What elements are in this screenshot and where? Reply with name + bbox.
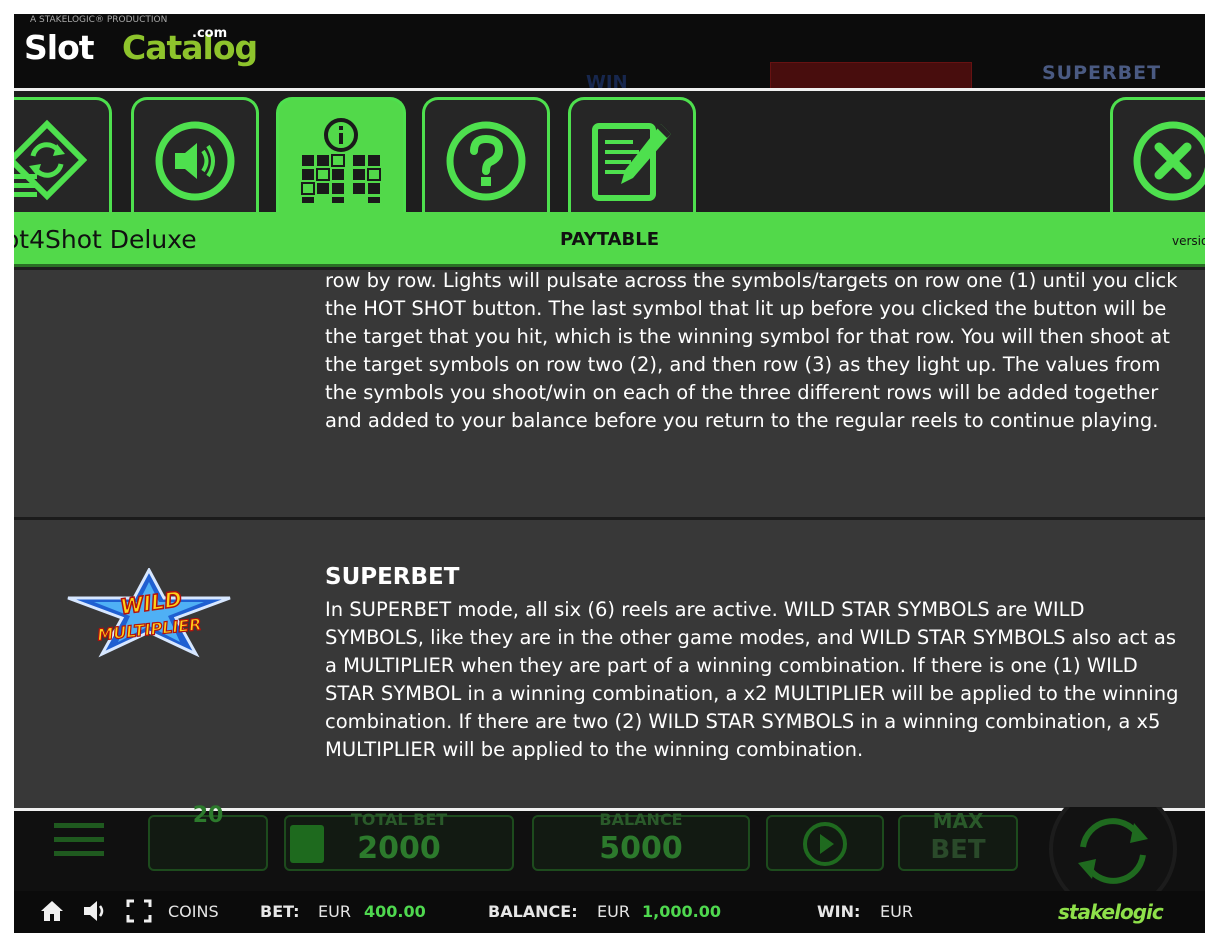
lines-box: 20 [148, 803, 268, 871]
tab-help[interactable] [422, 97, 550, 221]
balance-box: BALANCE 5000 [532, 810, 750, 871]
lines-value: 20 [192, 803, 224, 828]
settings-menu: ot4Shot Deluxe PAYTABLE versio [14, 91, 1205, 283]
total-bet-value: 2000 [357, 831, 441, 866]
balance-value: 1,000.00 [642, 902, 721, 921]
balance-label: BALANCE [599, 810, 683, 829]
bet-label: BET: [260, 902, 300, 921]
game-controls-background: 20 TOTAL BET 2000 BALANCE 5000 MAX BET [14, 803, 1205, 891]
page-title: PAYTABLE [559, 229, 660, 250]
play-icon [803, 822, 847, 866]
play-box [766, 815, 884, 871]
bet-currency: EUR [318, 902, 351, 921]
close-icon [1133, 121, 1205, 200]
max-bet-box: MAX BET [898, 809, 1018, 871]
speaker-icon[interactable] [82, 899, 108, 923]
tab-close[interactable] [1110, 97, 1205, 221]
balance-label: BALANCE: [488, 902, 578, 921]
balance-value: 5000 [599, 831, 683, 866]
document-pencil-icon [592, 122, 671, 201]
superbet-description: In SUPERBET mode, all six (6) reels are … [325, 598, 1179, 761]
superbet-heading: SUPERBET [325, 564, 460, 590]
menu-title-bar: ot4Shot Deluxe PAYTABLE versio [14, 212, 1205, 267]
coins-toggle[interactable]: COINS [168, 902, 219, 921]
provider-logo: stakelogic [1058, 900, 1164, 924]
tab-autoplay[interactable] [14, 97, 112, 221]
tab-sound[interactable] [131, 97, 259, 221]
question-icon [446, 121, 526, 200]
spin-icon [1049, 807, 1177, 891]
logo-brand-tld: .com [192, 26, 228, 41]
balance-currency: EUR [597, 902, 630, 921]
status-bar: COINS BET: EUR 400.00 BALANCE: EUR 1,000… [14, 891, 1205, 933]
max-bet-label: MAX [932, 809, 984, 833]
fullscreen-icon[interactable] [126, 899, 152, 923]
home-icon[interactable] [40, 899, 64, 923]
game-window: WIN SUPERBET A STAKELOGIC® PRODUCTION Sl… [14, 14, 1205, 933]
paytable-info-icon [301, 117, 381, 203]
logo-brand-slot: Slot [24, 28, 95, 67]
ghost-superbet-label: SUPERBET [1042, 62, 1162, 84]
logo-tagline: A STAKELOGIC® PRODUCTION [30, 15, 168, 25]
menu-icon [54, 823, 104, 856]
bet-value: 400.00 [364, 902, 426, 921]
total-bet-box: TOTAL BET 2000 [284, 810, 514, 871]
win-label: WIN: [817, 902, 861, 921]
autoplay-icon [14, 119, 87, 200]
logo-brand-catalog: Catalog [122, 28, 258, 67]
win-currency: EUR [880, 902, 913, 921]
total-bet-label: TOTAL BET [350, 810, 448, 829]
tab-paytable[interactable] [276, 97, 406, 221]
hotshot-description: row by row. Lights will pulsate across t… [325, 270, 1178, 432]
ghost-banner [770, 62, 972, 90]
max-bet-value: BET [930, 835, 986, 865]
speaker-icon [155, 121, 235, 200]
version-label: versio [1172, 234, 1205, 248]
tab-history[interactable] [568, 97, 696, 221]
game-background-top: WIN SUPERBET A STAKELOGIC® PRODUCTION Sl… [14, 14, 1205, 93]
wild-multiplier-symbol: WILD MULTIPLIER [64, 566, 234, 662]
paytable-content[interactable]: row by row. Lights will pulsate across t… [14, 270, 1205, 808]
section-divider [14, 517, 1205, 520]
